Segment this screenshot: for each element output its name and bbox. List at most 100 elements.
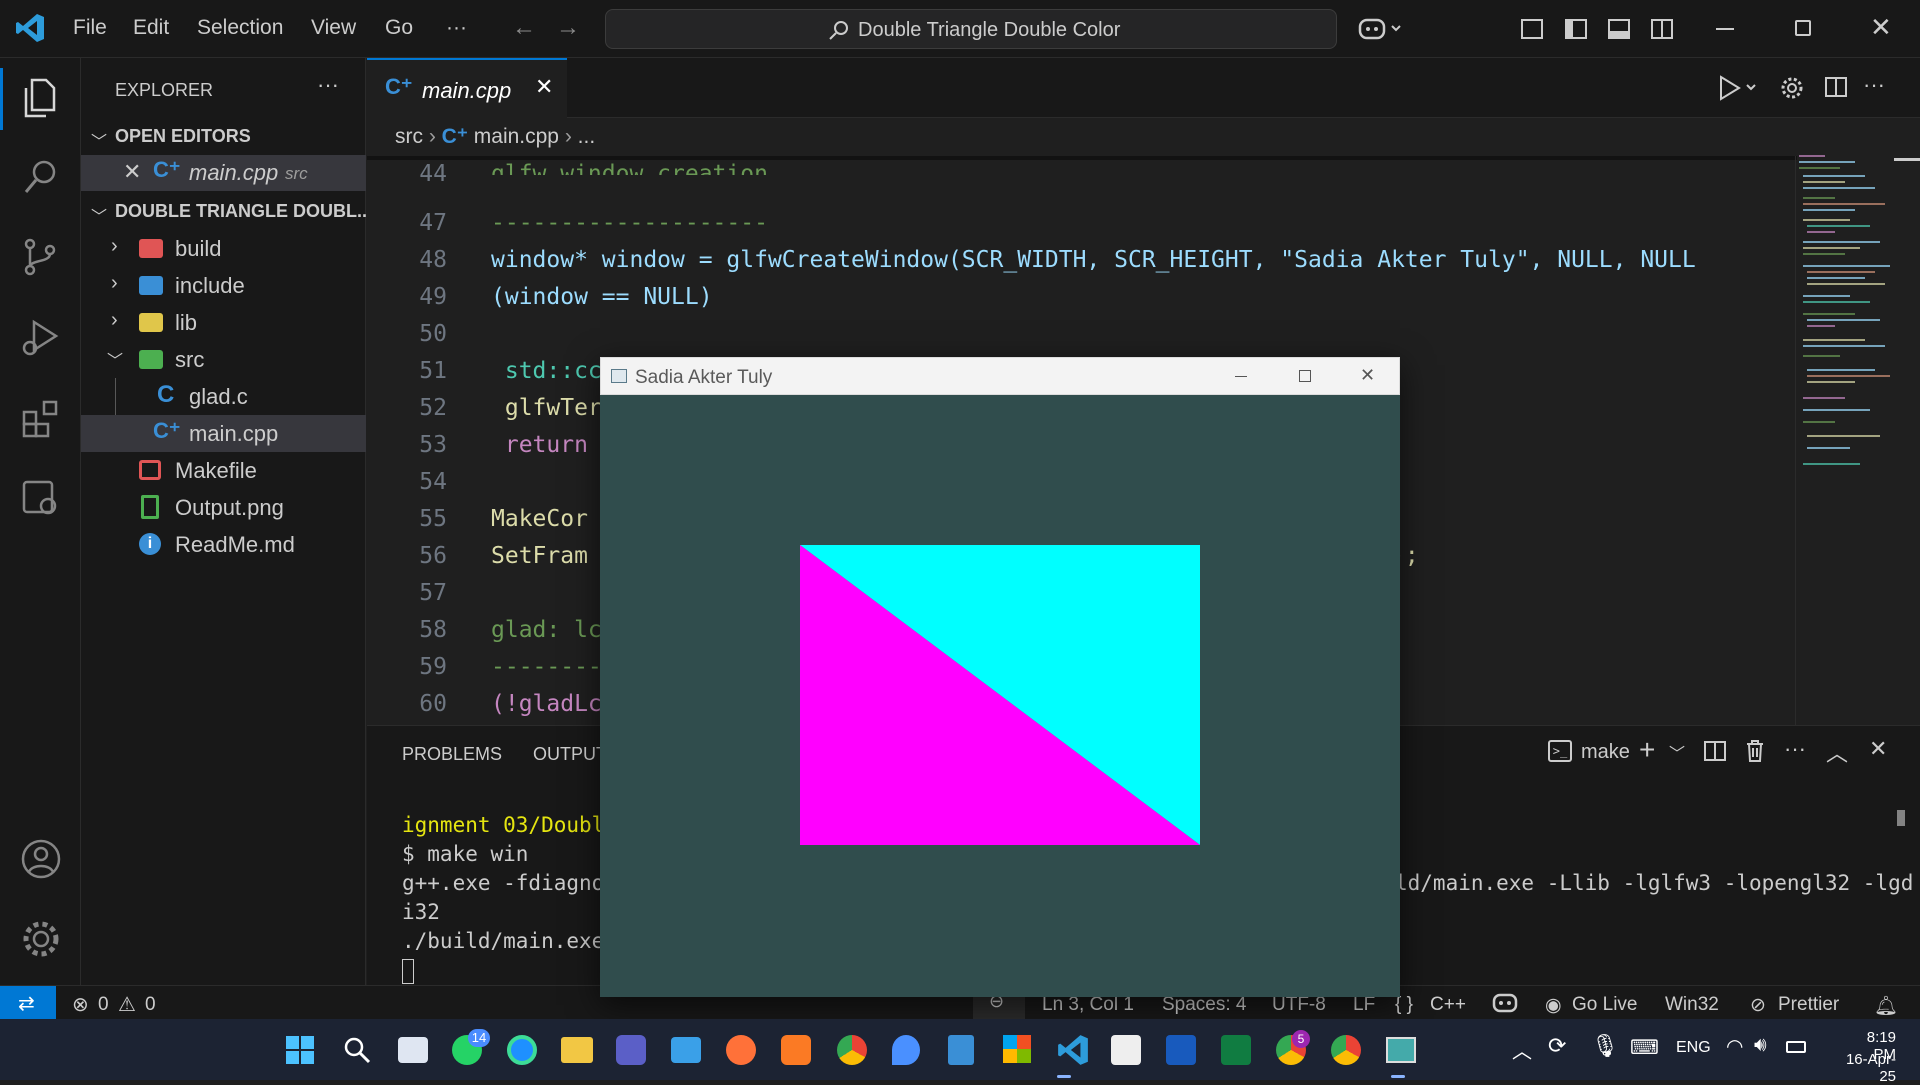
browser-icon[interactable] xyxy=(892,1035,920,1065)
minimize-icon[interactable] xyxy=(1716,28,1734,30)
command-center-search[interactable]: Double Triangle Double Color xyxy=(605,9,1337,49)
teams-icon[interactable] xyxy=(616,1035,646,1065)
tree-item-output-png[interactable]: Output.png xyxy=(81,489,366,526)
customize-layout-icon[interactable] xyxy=(1521,19,1543,39)
close-window-icon[interactable]: ✕ xyxy=(1360,365,1375,386)
menu-view[interactable]: View xyxy=(311,16,356,40)
menu-selection[interactable]: Selection xyxy=(197,16,283,40)
run-code-icon[interactable] xyxy=(1715,74,1759,102)
remote-explorer-icon[interactable] xyxy=(18,474,64,520)
menu-edit[interactable]: Edit xyxy=(133,16,169,40)
toggle-secondary-sidebar-icon[interactable] xyxy=(1651,19,1673,39)
explorer-more-icon[interactable]: ··· xyxy=(317,72,339,98)
forward-arrow-icon[interactable]: → xyxy=(556,14,580,42)
word-icon[interactable] xyxy=(1166,1035,1196,1065)
menu-file[interactable]: File xyxy=(73,16,107,40)
language-mode[interactable]: C++ xyxy=(1430,994,1466,1016)
run-debug-icon[interactable] xyxy=(18,314,64,360)
warning-count[interactable]: 0 xyxy=(145,994,156,1016)
terminal-name[interactable]: make xyxy=(1581,741,1630,764)
maximize-icon[interactable] xyxy=(1299,370,1311,382)
close-editor-icon[interactable]: ✕ xyxy=(123,159,141,185)
breadcrumb-file[interactable]: main.cpp xyxy=(474,125,559,148)
excel-icon[interactable] xyxy=(1221,1035,1251,1065)
show-hidden-icons[interactable]: ︿ xyxy=(1512,1035,1532,1064)
toggle-panel-icon[interactable] xyxy=(1608,19,1630,39)
search-icon[interactable] xyxy=(342,1035,372,1065)
tree-item-glad-c[interactable]: C glad.c xyxy=(81,378,366,415)
firefox-icon[interactable] xyxy=(726,1035,756,1065)
remote-indicator[interactable]: ⇄ xyxy=(0,986,56,1020)
settings-gear-icon[interactable] xyxy=(18,916,64,962)
back-arrow-icon[interactable]: ← xyxy=(512,14,536,42)
settings-gear-icon[interactable] xyxy=(1779,75,1805,101)
tab-output[interactable]: OUTPUT xyxy=(533,744,607,765)
indentation[interactable]: Spaces: 4 xyxy=(1162,994,1247,1016)
notepad-icon[interactable] xyxy=(948,1035,974,1065)
edge-icon[interactable] xyxy=(507,1035,537,1065)
tree-item-main-cpp[interactable]: C⁺ main.cpp xyxy=(81,415,366,452)
windows-start-icon[interactable] xyxy=(286,1036,314,1064)
wifi-icon[interactable]: ◠ xyxy=(1726,1034,1743,1059)
keyboard-icon[interactable]: ⌨ xyxy=(1630,1035,1659,1060)
opengl-window[interactable] xyxy=(600,357,1400,997)
terminal-scrollbar[interactable] xyxy=(1897,810,1905,826)
platform[interactable]: Win32 xyxy=(1665,994,1719,1016)
minimap[interactable] xyxy=(1795,150,1905,720)
chevron-down-icon[interactable]: ﹀ xyxy=(91,203,107,227)
notifications-bell-icon[interactable]: 🔔︎ xyxy=(1874,994,1898,1018)
open-editors-header[interactable]: OPEN EDITORS xyxy=(115,126,251,147)
battery-icon[interactable] xyxy=(1786,1041,1806,1053)
breadcrumb-src[interactable]: src xyxy=(395,125,423,148)
toggle-primary-sidebar-icon[interactable] xyxy=(1565,19,1587,39)
microsoft-store-icon[interactable] xyxy=(1003,1035,1031,1063)
tree-item-makefile[interactable]: Makefile xyxy=(81,452,366,489)
explorer-icon[interactable] xyxy=(18,74,64,120)
breadcrumb-symbol[interactable]: ... xyxy=(578,125,596,148)
search-sidebar-icon[interactable] xyxy=(18,154,64,200)
task-view-icon[interactable] xyxy=(398,1037,428,1063)
xampp-icon[interactable] xyxy=(781,1035,811,1065)
remote-desktop-icon[interactable] xyxy=(671,1037,701,1063)
volume-icon[interactable]: 🔊︎ xyxy=(1754,1034,1767,1057)
tree-item-include[interactable]: › include xyxy=(81,267,366,304)
restore-icon[interactable] xyxy=(1795,20,1811,36)
cursor-position[interactable]: Ln 3, Col 1 xyxy=(1042,994,1134,1016)
chrome-profile-2-icon[interactable] xyxy=(1331,1035,1361,1065)
tree-item-readme[interactable]: i ReadMe.md xyxy=(81,526,366,563)
close-tab-icon[interactable]: ✕ xyxy=(535,74,553,100)
tree-item-lib[interactable]: › lib xyxy=(81,304,366,341)
panel-more-icon[interactable]: ··· xyxy=(1784,736,1806,762)
maximize-panel-icon[interactable]: ︿ xyxy=(1826,736,1848,768)
opengl-window-titlebar[interactable]: Sadia Akter Tuly ✕ xyxy=(600,357,1400,395)
vscode-taskbar-icon[interactable] xyxy=(1056,1033,1090,1067)
language-indicator[interactable]: ENG xyxy=(1676,1039,1711,1057)
chrome-icon[interactable] xyxy=(837,1035,867,1065)
project-header[interactable]: DOUBLE TRIANGLE DOUBL... xyxy=(115,201,372,222)
tab-problems[interactable]: PROBLEMS xyxy=(402,744,502,765)
close-panel-icon[interactable]: ✕ xyxy=(1869,736,1887,762)
chevron-down-icon[interactable]: ﹀ xyxy=(91,128,107,152)
tab-main-cpp[interactable]: C⁺ main.cpp ✕ xyxy=(367,58,567,118)
open-editor-item[interactable]: ✕ C⁺ main.cpp src xyxy=(81,155,366,191)
encoding[interactable]: UTF-8 xyxy=(1272,994,1326,1016)
snipping-tool-icon[interactable] xyxy=(1111,1035,1141,1065)
line-ending[interactable]: LF xyxy=(1353,994,1375,1016)
source-control-icon[interactable] xyxy=(18,234,64,280)
menu-go[interactable]: Go xyxy=(385,16,413,40)
file-explorer-icon[interactable] xyxy=(561,1037,593,1063)
editor-more-icon[interactable]: ··· xyxy=(1863,72,1885,98)
microphone-icon[interactable]: 🎙︎ xyxy=(1591,1033,1619,1059)
error-count[interactable]: 0 xyxy=(98,994,109,1016)
tree-item-build[interactable]: › build xyxy=(81,230,366,267)
opengl-app-icon[interactable] xyxy=(1386,1037,1416,1063)
accounts-icon[interactable] xyxy=(18,836,64,882)
extensions-icon[interactable] xyxy=(18,394,64,440)
copilot-icon[interactable] xyxy=(1492,992,1518,1014)
tree-item-src[interactable]: ﹀ src xyxy=(81,341,366,378)
menu-more[interactable]: ··· xyxy=(446,16,467,40)
copilot-icon[interactable] xyxy=(1358,16,1406,42)
minimize-icon[interactable] xyxy=(1235,376,1247,377)
go-live-button[interactable]: Go Live xyxy=(1572,994,1637,1016)
add-terminal-icon[interactable]: + xyxy=(1639,734,1655,766)
